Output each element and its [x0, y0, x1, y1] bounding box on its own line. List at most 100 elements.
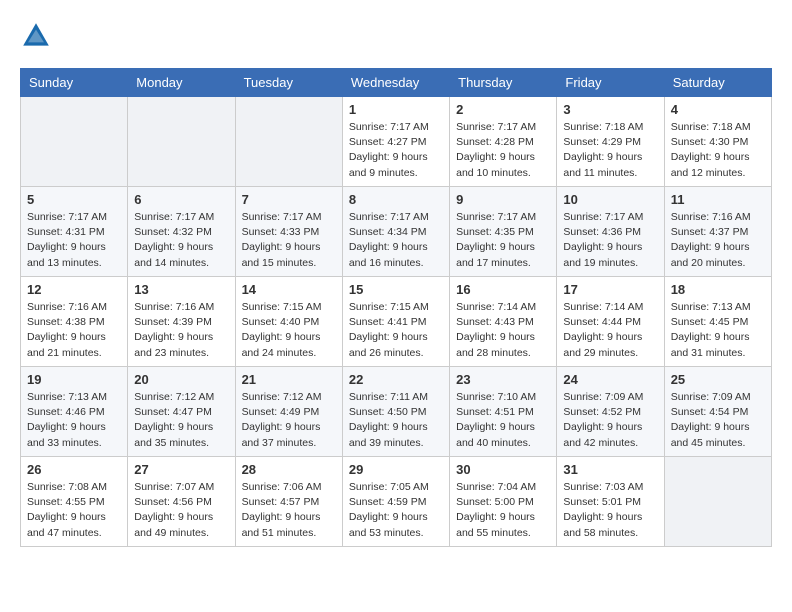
day-info: Sunrise: 7:09 AMSunset: 4:52 PMDaylight:… [563, 390, 657, 451]
day-info: Sunrise: 7:13 AMSunset: 4:46 PMDaylight:… [27, 390, 121, 451]
day-info: Sunrise: 7:17 AMSunset: 4:32 PMDaylight:… [134, 210, 228, 271]
calendar-cell: 11Sunrise: 7:16 AMSunset: 4:37 PMDayligh… [664, 187, 771, 277]
day-info: Sunrise: 7:14 AMSunset: 4:43 PMDaylight:… [456, 300, 550, 361]
calendar-cell: 9 Sunrise: 7:17 AMSunset: 4:35 PMDaylight… [450, 187, 557, 277]
day-number: 17 [563, 282, 657, 297]
calendar-cell: 31 Sunrise: 7:03 AMSunset: 5:01 PMDayligh… [557, 457, 664, 547]
day-number: 30 [456, 462, 550, 477]
day-number: 12 [27, 282, 121, 297]
logo [20, 20, 56, 52]
calendar-cell: 13 Sunrise: 7:16 AMSunset: 4:39 PMDayligh… [128, 277, 235, 367]
calendar-week-row: 5 Sunrise: 7:17 AMSunset: 4:31 PMDaylight… [21, 187, 772, 277]
day-number: 5 [27, 192, 121, 207]
day-number: 15 [349, 282, 443, 297]
calendar-cell: 22 Sunrise: 7:11 AMSunset: 4:50 PMDayligh… [342, 367, 449, 457]
calendar-cell: 21 Sunrise: 7:12 AMSunset: 4:49 PMDayligh… [235, 367, 342, 457]
day-info: Sunrise: 7:17 AMSunset: 4:36 PMDaylight:… [563, 210, 657, 271]
calendar-cell: 28 Sunrise: 7:06 AMSunset: 4:57 PMDayligh… [235, 457, 342, 547]
calendar-cell: 23Sunrise: 7:10 AMSunset: 4:51 PMDayligh… [450, 367, 557, 457]
day-number: 25 [671, 372, 765, 387]
calendar-cell: 5 Sunrise: 7:17 AMSunset: 4:31 PMDaylight… [21, 187, 128, 277]
calendar-cell: 20Sunrise: 7:12 AMSunset: 4:47 PMDayligh… [128, 367, 235, 457]
day-info: Sunrise: 7:09 AMSunset: 4:54 PMDaylight:… [671, 390, 765, 451]
day-number: 9 [456, 192, 550, 207]
calendar-cell: 4 Sunrise: 7:18 AMSunset: 4:30 PMDaylight… [664, 97, 771, 187]
calendar-cell: 25 Sunrise: 7:09 AMSunset: 4:54 PMDayligh… [664, 367, 771, 457]
calendar-cell: 1 Sunrise: 7:17 AMSunset: 4:27 PMDaylight… [342, 97, 449, 187]
calendar-cell: 2 Sunrise: 7:17 AMSunset: 4:28 PMDaylight… [450, 97, 557, 187]
day-info: Sunrise: 7:17 AMSunset: 4:33 PMDaylight:… [242, 210, 336, 271]
calendar-cell: 15 Sunrise: 7:15 AMSunset: 4:41 PMDayligh… [342, 277, 449, 367]
calendar-cell: 27Sunrise: 7:07 AMSunset: 4:56 PMDayligh… [128, 457, 235, 547]
day-info: Sunrise: 7:03 AMSunset: 5:01 PMDaylight:… [563, 480, 657, 541]
weekday-header: Tuesday [235, 69, 342, 97]
day-number: 4 [671, 102, 765, 117]
day-number: 29 [349, 462, 443, 477]
day-number: 20 [134, 372, 228, 387]
calendar-cell: 8 Sunrise: 7:17 AMSunset: 4:34 PMDaylight… [342, 187, 449, 277]
weekday-header: Friday [557, 69, 664, 97]
calendar-cell: 7Sunrise: 7:17 AMSunset: 4:33 PMDaylight… [235, 187, 342, 277]
day-info: Sunrise: 7:16 AMSunset: 4:38 PMDaylight:… [27, 300, 121, 361]
day-info: Sunrise: 7:18 AMSunset: 4:30 PMDaylight:… [671, 120, 765, 181]
day-info: Sunrise: 7:17 AMSunset: 4:31 PMDaylight:… [27, 210, 121, 271]
day-number: 8 [349, 192, 443, 207]
day-info: Sunrise: 7:05 AMSunset: 4:59 PMDaylight:… [349, 480, 443, 541]
calendar-cell: 24 Sunrise: 7:09 AMSunset: 4:52 PMDayligh… [557, 367, 664, 457]
day-info: Sunrise: 7:12 AMSunset: 4:49 PMDaylight:… [242, 390, 336, 451]
calendar-cell: 3Sunrise: 7:18 AMSunset: 4:29 PMDaylight… [557, 97, 664, 187]
calendar-cell: 12 Sunrise: 7:16 AMSunset: 4:38 PMDayligh… [21, 277, 128, 367]
day-info: Sunrise: 7:16 AMSunset: 4:39 PMDaylight:… [134, 300, 228, 361]
weekday-header: Monday [128, 69, 235, 97]
day-info: Sunrise: 7:18 AMSunset: 4:29 PMDaylight:… [563, 120, 657, 181]
weekday-header: Thursday [450, 69, 557, 97]
day-number: 31 [563, 462, 657, 477]
weekday-header: Wednesday [342, 69, 449, 97]
calendar-cell: 16 Sunrise: 7:14 AMSunset: 4:43 PMDayligh… [450, 277, 557, 367]
calendar-cell: 14Sunrise: 7:15 AMSunset: 4:40 PMDayligh… [235, 277, 342, 367]
calendar-cell [21, 97, 128, 187]
day-info: Sunrise: 7:16 AMSunset: 4:37 PMDaylight:… [671, 210, 765, 271]
calendar-cell [128, 97, 235, 187]
day-number: 26 [27, 462, 121, 477]
day-info: Sunrise: 7:14 AMSunset: 4:44 PMDaylight:… [563, 300, 657, 361]
page-header [20, 20, 772, 52]
day-number: 22 [349, 372, 443, 387]
calendar-cell [235, 97, 342, 187]
day-number: 2 [456, 102, 550, 117]
day-info: Sunrise: 7:17 AMSunset: 4:28 PMDaylight:… [456, 120, 550, 181]
calendar-week-row: 26 Sunrise: 7:08 AMSunset: 4:55 PMDayligh… [21, 457, 772, 547]
day-number: 6 [134, 192, 228, 207]
day-number: 21 [242, 372, 336, 387]
day-number: 18 [671, 282, 765, 297]
day-number: 19 [27, 372, 121, 387]
day-info: Sunrise: 7:15 AMSunset: 4:41 PMDaylight:… [349, 300, 443, 361]
day-info: Sunrise: 7:04 AMSunset: 5:00 PMDaylight:… [456, 480, 550, 541]
day-number: 28 [242, 462, 336, 477]
calendar-cell [664, 457, 771, 547]
calendar-cell: 6 Sunrise: 7:17 AMSunset: 4:32 PMDaylight… [128, 187, 235, 277]
day-number: 27 [134, 462, 228, 477]
weekday-header: Sunday [21, 69, 128, 97]
day-info: Sunrise: 7:11 AMSunset: 4:50 PMDaylight:… [349, 390, 443, 451]
calendar-cell: 10Sunrise: 7:17 AMSunset: 4:36 PMDayligh… [557, 187, 664, 277]
day-info: Sunrise: 7:06 AMSunset: 4:57 PMDaylight:… [242, 480, 336, 541]
day-number: 1 [349, 102, 443, 117]
calendar-week-row: 1 Sunrise: 7:17 AMSunset: 4:27 PMDaylight… [21, 97, 772, 187]
day-info: Sunrise: 7:17 AMSunset: 4:27 PMDaylight:… [349, 120, 443, 181]
day-info: Sunrise: 7:17 AMSunset: 4:35 PMDaylight:… [456, 210, 550, 271]
calendar-cell: 26 Sunrise: 7:08 AMSunset: 4:55 PMDayligh… [21, 457, 128, 547]
logo-icon [20, 20, 52, 52]
day-info: Sunrise: 7:13 AMSunset: 4:45 PMDaylight:… [671, 300, 765, 361]
day-number: 13 [134, 282, 228, 297]
weekday-header-row: SundayMondayTuesdayWednesdayThursdayFrid… [21, 69, 772, 97]
day-info: Sunrise: 7:17 AMSunset: 4:34 PMDaylight:… [349, 210, 443, 271]
weekday-header: Saturday [664, 69, 771, 97]
calendar-cell: 18 Sunrise: 7:13 AMSunset: 4:45 PMDayligh… [664, 277, 771, 367]
calendar-cell: 29 Sunrise: 7:05 AMSunset: 4:59 PMDayligh… [342, 457, 449, 547]
day-number: 16 [456, 282, 550, 297]
day-info: Sunrise: 7:08 AMSunset: 4:55 PMDaylight:… [27, 480, 121, 541]
day-number: 24 [563, 372, 657, 387]
calendar-week-row: 19 Sunrise: 7:13 AMSunset: 4:46 PMDayligh… [21, 367, 772, 457]
calendar-table: SundayMondayTuesdayWednesdayThursdayFrid… [20, 68, 772, 547]
